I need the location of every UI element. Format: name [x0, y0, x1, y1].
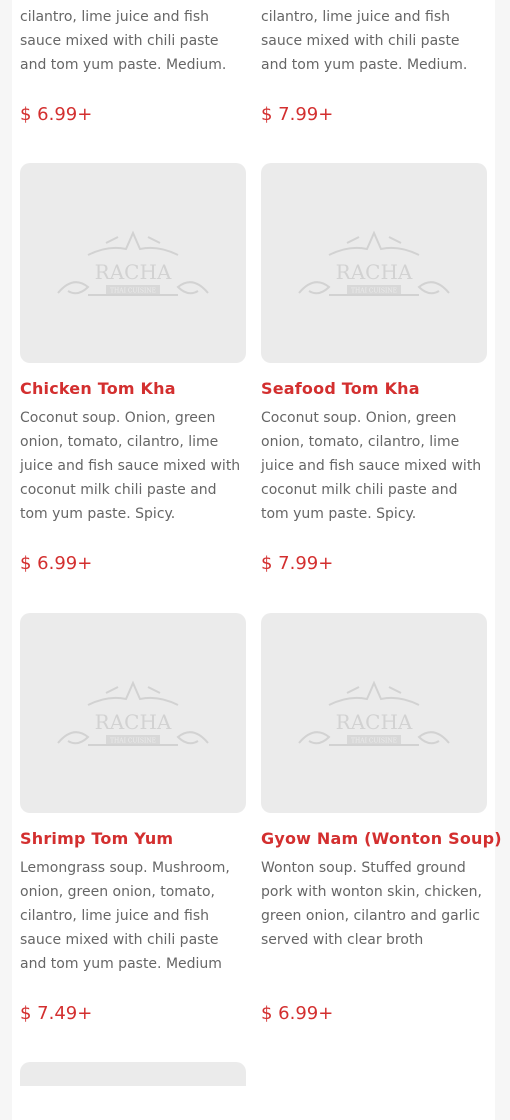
description-line: cilantro, lime juice and fish — [261, 9, 450, 25]
item-image-placeholder: RACHA THAI CUISINE — [20, 163, 246, 363]
menu-item-card[interactable]: RACHA THAI CUISINE Chicken Tom Kha Cocon… — [20, 163, 246, 526]
item-title[interactable]: Gyow Nam (Wonton Soup) — [261, 829, 502, 848]
racha-logo: RACHA THAI CUISINE — [298, 230, 450, 296]
svg-text:THAI CUISINE: THAI CUISINE — [110, 738, 156, 745]
item-price: $ 7.99+ — [261, 104, 334, 125]
item-title[interactable]: Chicken Tom Kha — [20, 379, 246, 398]
item-title[interactable]: Shrimp Tom Yum — [20, 829, 246, 848]
racha-logo: RACHA THAI CUISINE — [57, 680, 209, 746]
racha-logo: RACHA THAI CUISINE — [298, 680, 450, 746]
svg-text:THAI CUISINE: THAI CUISINE — [351, 288, 397, 295]
description-line: and tom yum paste. Medium. — [20, 57, 227, 73]
description-line: cilantro, lime juice and fish — [20, 9, 209, 25]
item-description: cilantro, lime juice and fish sauce mixe… — [261, 5, 487, 77]
item-price: $ 7.49+ — [20, 1003, 93, 1024]
svg-text:RACHA: RACHA — [95, 710, 172, 734]
item-description: Coconut soup. Onion, green onion, tomato… — [20, 410, 241, 522]
item-image-placeholder: RACHA THAI CUISINE — [261, 163, 487, 363]
svg-text:THAI CUISINE: THAI CUISINE — [110, 288, 156, 295]
item-image-placeholder: RACHA THAI CUISINE — [261, 613, 487, 813]
item-description: Wonton soup. Stuffed ground pork with wo… — [261, 860, 482, 948]
item-description: cilantro, lime juice and fish sauce mixe… — [20, 5, 246, 77]
menu-item-card[interactable]: RACHA THAI CUISINE Shrimp Tom Yum Lemong… — [20, 613, 246, 976]
menu-item-card[interactable] — [20, 1062, 246, 1086]
item-price: $ 6.99+ — [20, 104, 93, 125]
item-price: $ 6.99+ — [261, 1003, 334, 1024]
menu-item-card[interactable]: RACHA THAI CUISINE Seafood Tom Kha Cocon… — [261, 163, 487, 526]
item-description: Coconut soup. Onion, green onion, tomato… — [261, 410, 482, 522]
description-line: sauce mixed with chili paste — [20, 33, 219, 49]
description-line: sauce mixed with chili paste — [261, 33, 460, 49]
svg-text:RACHA: RACHA — [336, 710, 413, 734]
item-title[interactable]: Seafood Tom Kha — [261, 379, 487, 398]
svg-text:RACHA: RACHA — [95, 260, 172, 284]
item-price: $ 6.99+ — [20, 553, 93, 574]
svg-text:RACHA: RACHA — [336, 260, 413, 284]
svg-text:THAI CUISINE: THAI CUISINE — [351, 738, 397, 745]
item-image-placeholder — [20, 1062, 246, 1086]
description-line: and tom yum paste. Medium. — [261, 57, 468, 73]
item-price: $ 7.99+ — [261, 553, 334, 574]
racha-logo: RACHA THAI CUISINE — [57, 230, 209, 296]
item-image-placeholder: RACHA THAI CUISINE — [20, 613, 246, 813]
menu-item-card[interactable]: RACHA THAI CUISINE Gyow Nam (Wonton Soup… — [261, 613, 502, 952]
item-description: Lemongrass soup. Mushroom, onion, green … — [20, 860, 230, 972]
